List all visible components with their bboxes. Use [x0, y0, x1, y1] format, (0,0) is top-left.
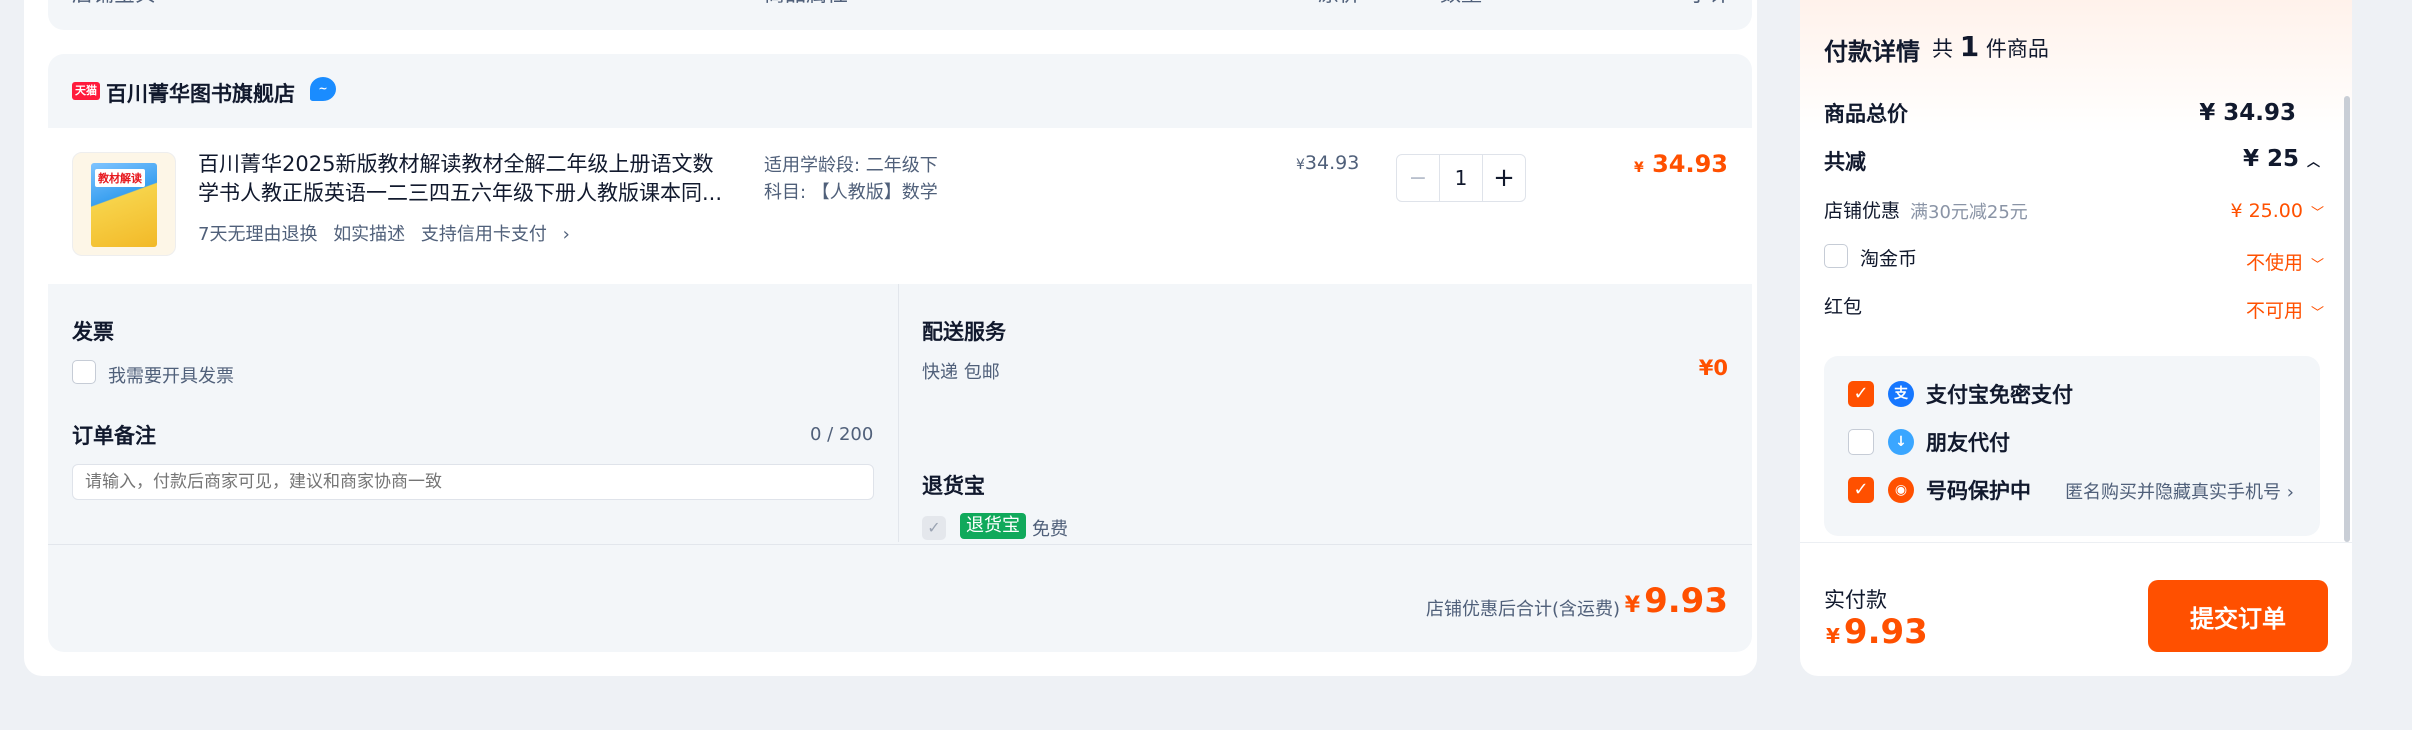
number-protect-label: 号码保护中 [1926, 479, 2031, 503]
quantity-stepper: − 1 + [1396, 154, 1526, 202]
actual-payment-amount: ¥9.93 [1826, 612, 1928, 652]
product-thumbnail[interactable]: 教材解读 [72, 152, 176, 256]
submit-order-button[interactable]: 提交订单 [2148, 580, 2328, 652]
decrease-button[interactable]: − [1397, 155, 1440, 201]
attr-subject: 科目: 【人教版】数学 [764, 182, 938, 203]
cart-item-row: 教材解读 百川菁华2025新版教材解读教材全解二年级上册语文数 学书人教正版英语… [48, 128, 1752, 284]
payment-options-box: ✓ 支 支付宝免密支付 ↓ 朋友代付 ✓ ◉ 号码保护中 匿名购买并隐藏真实手机… [1824, 356, 2320, 536]
payment-title: 付款详情 [1824, 38, 1920, 66]
option-alipay[interactable]: ✓ 支 支付宝免密支付 [1848, 380, 2073, 408]
shipping-title: 配送服务 [922, 320, 1006, 344]
goods-total-label: 商品总价 [1824, 102, 1908, 126]
redpacket-label: 红包 [1824, 296, 1863, 318]
actual-payment-label: 实付款 [1824, 588, 1887, 612]
col-price: 原价 [1318, 0, 1360, 8]
tag-desc: 如实描述 [333, 224, 406, 245]
option-friend-pay[interactable]: ↓ 朋友代付 [1848, 428, 2010, 456]
item-total-price: ¥ 34.93 [1633, 150, 1728, 178]
tag-credit[interactable]: 支持信用卡支付 › [421, 224, 580, 245]
goods-total-value: ¥ 34.93 [2199, 100, 2296, 126]
col-store: 店铺宝贝 [72, 0, 156, 8]
invoice-checkbox-label[interactable]: 我需要开具发票 [108, 362, 234, 388]
store-coupon-label: 店铺优惠 [1824, 200, 1901, 222]
product-attributes: 适用学龄段: 二年级下 科目: 【人教版】数学 [764, 152, 938, 206]
chevron-up-icon: ︿ [2306, 155, 2320, 170]
redpacket-value[interactable]: 不可用 ﹀ [2246, 296, 2324, 323]
chevron-down-icon: ﹀ [2310, 306, 2324, 321]
shield-icon: ◉ [1888, 477, 1914, 503]
friend-pay-checkbox[interactable] [1848, 429, 1874, 455]
chevron-down-icon: ﹀ [2310, 258, 2324, 273]
quantity-value[interactable]: 1 [1440, 155, 1482, 201]
remark-input[interactable] [72, 464, 874, 500]
invoice-title: 发票 [72, 320, 114, 344]
payment-details-panel: 付款详情 共 1 件商品 商品总价 ¥ 34.93 共减 ¥ 25 ︿ 店铺优惠 … [1800, 0, 2352, 676]
remark-counter: 0 / 200 [810, 424, 874, 445]
shipping-method: 快递 包邮 [922, 362, 1000, 383]
alipay-checkbox[interactable]: ✓ [1848, 381, 1874, 407]
summary-amount: ¥9.93 [1624, 581, 1728, 621]
unit-price: ¥34.93 [1296, 152, 1360, 174]
col-subtotal: 小计 [1688, 0, 1730, 8]
footer-divider [1800, 542, 2352, 543]
wangwang-chat-icon[interactable]: ~ [310, 77, 336, 101]
item-count: 共 1 件商品 [1932, 30, 2049, 63]
taojinbi-checkbox[interactable] [1824, 244, 1848, 268]
col-qty: 数量 [1440, 0, 1482, 8]
alipay-icon: 支 [1888, 381, 1914, 407]
scrollbar[interactable] [2344, 96, 2350, 542]
taojinbi-value[interactable]: 不使用 ﹀ [2246, 248, 2324, 275]
service-tags: 7天无理由退换 如实描述 支持信用卡支付 › [198, 220, 590, 246]
store-name[interactable]: 百川菁华图书旗舰店 [106, 78, 295, 108]
number-protect-note[interactable]: 匿名购买并隐藏真实手机号 › [2065, 478, 2294, 504]
taojinbi-label: 淘金币 [1860, 248, 1918, 270]
shipping-price: ¥0 [1698, 356, 1728, 380]
invoice-checkbox[interactable] [72, 360, 96, 384]
remark-title: 订单备注 [72, 424, 156, 448]
increase-button[interactable]: + [1482, 155, 1525, 201]
thumb-title: 教材解读 [95, 169, 145, 187]
order-options: 发票 我需要开具发票 订单备注 0 / 200 配送服务 快递 包邮 ¥0 退货… [48, 284, 1752, 542]
product-title-line-2: 学书人教正版英语一二三四五六年级下册人教版课本同... [198, 181, 723, 205]
discount-value[interactable]: ¥ 25 ︿ [2243, 146, 2320, 172]
column-header-strip: 店铺宝贝 商品属性 原价 数量 小计 [48, 0, 1752, 30]
product-title-line-1: 百川菁华2025新版教材解读教材全解二年级上册语文数 [198, 152, 714, 176]
returns-title: 退货宝 [922, 474, 985, 498]
store-block: 天猫 百川菁华图书旗舰店 ~ 教材解读 百川菁华2025新版教材解读教材全解二年… [48, 54, 1752, 652]
column-divider [898, 284, 899, 542]
returns-checkbox: ✓ [922, 516, 946, 540]
discount-label: 共减 [1824, 150, 1866, 174]
friend-pay-icon: ↓ [1888, 429, 1914, 455]
returns-fee: 免费 [1032, 519, 1068, 540]
alipay-label: 支付宝免密支付 [1926, 383, 2073, 407]
tmall-badge: 天猫 [72, 82, 100, 100]
tag-return: 7天无理由退换 [198, 224, 318, 245]
chevron-right-icon: › [2286, 482, 2294, 503]
returns-badge: 退货宝 [960, 513, 1026, 539]
chevron-down-icon: ﹀ [2310, 206, 2324, 221]
option-number-protect[interactable]: ✓ ◉ 号码保护中 [1848, 476, 2031, 504]
summary-label: 店铺优惠后合计(含运费) [1425, 599, 1620, 620]
attr-grade: 适用学龄段: 二年级下 [764, 155, 938, 176]
col-attrs: 商品属性 [764, 0, 848, 8]
store-summary-bar: 店铺优惠后合计(含运费) ¥9.93 [48, 544, 1752, 652]
number-protect-checkbox[interactable]: ✓ [1848, 477, 1874, 503]
chevron-right-icon: › [562, 224, 570, 245]
store-coupon-value[interactable]: ¥ 25.00 ﹀ [2230, 200, 2324, 222]
store-header: 天猫 百川菁华图书旗舰店 ~ [48, 54, 1752, 126]
friend-pay-label: 朋友代付 [1926, 431, 2010, 455]
product-title[interactable]: 百川菁华2025新版教材解读教材全解二年级上册语文数 学书人教正版英语一二三四五… [198, 150, 738, 208]
store-coupon-rule: 满30元减25元 [1910, 202, 2028, 223]
